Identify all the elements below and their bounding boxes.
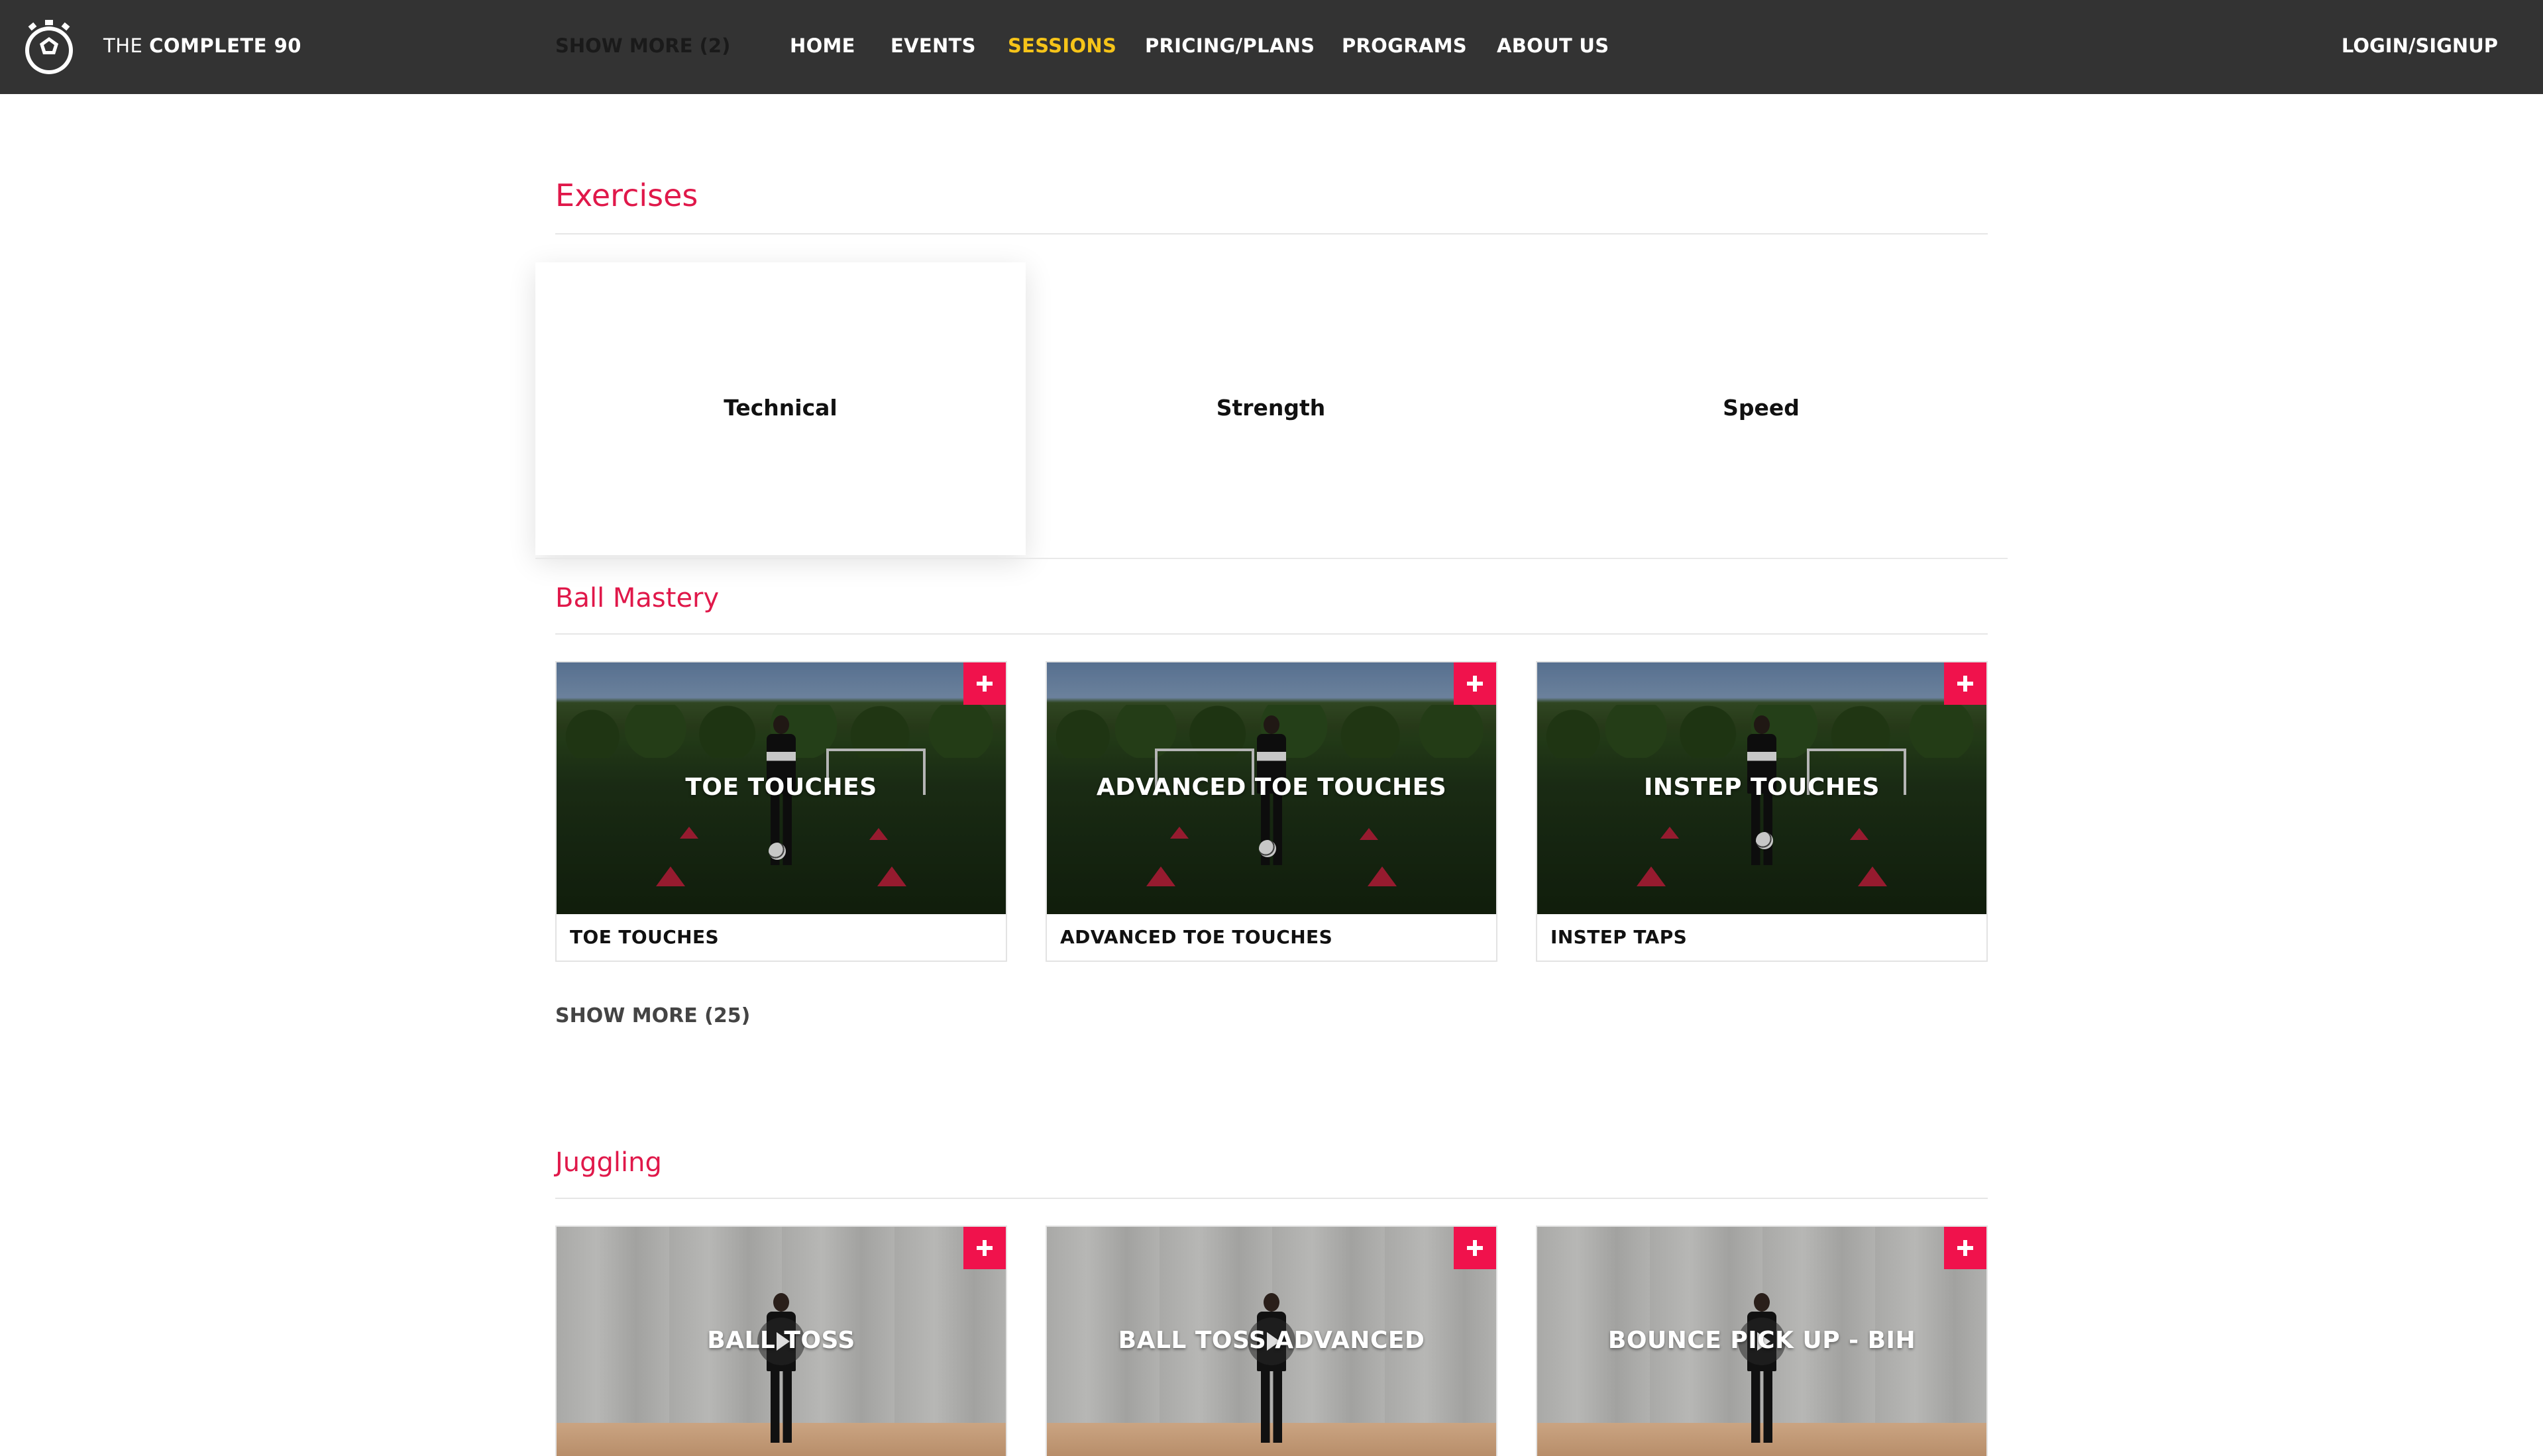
player-figure: [1743, 1293, 1780, 1445]
brand-prefix: THE: [103, 34, 143, 57]
exercise-card-instep-taps[interactable]: INSTEP TOUCHES INSTEP TAPS: [1536, 661, 1988, 962]
add-exercise-button[interactable]: [963, 662, 1006, 705]
ball-mastery-divider: [555, 633, 1988, 635]
thumbnail-title: BALL TOSS: [707, 1327, 855, 1354]
player-figure: [763, 1293, 800, 1445]
exercise-card-caption[interactable]: TOE TOUCHES: [557, 914, 1006, 961]
ball-mastery-title: Ball Mastery: [555, 583, 720, 613]
add-exercise-button[interactable]: [963, 1227, 1006, 1269]
player-legs: [1751, 1371, 1772, 1443]
exercise-card-caption[interactable]: INSTEP TAPS: [1537, 914, 1986, 961]
nav-programs[interactable]: PROGRAMS: [1342, 34, 1467, 57]
nav-sessions[interactable]: SESSIONS: [1008, 34, 1116, 57]
login-signup-link[interactable]: LOGIN/SIGNUP: [2342, 34, 2498, 57]
add-exercise-button[interactable]: [1454, 662, 1496, 705]
thumbnail-title: BOUNCE PICK UP - BIH: [1607, 1327, 1916, 1354]
soccer-ball-stopwatch-icon[interactable]: [17, 17, 81, 77]
add-exercise-button[interactable]: [1944, 1227, 1986, 1269]
exercise-video-thumbnail[interactable]: INSTEP TOUCHES: [1537, 662, 1986, 914]
thumbnail-title: INSTEP TOUCHES: [1644, 774, 1880, 801]
category-tab-speed[interactable]: Speed: [1516, 395, 2006, 421]
exercises-divider: [555, 233, 1988, 234]
player-head: [773, 1293, 789, 1312]
nav-show-more-link[interactable]: SHOW MORE (2): [555, 34, 730, 57]
brand-title: COMPLETE 90: [149, 34, 301, 57]
exercises-title: Exercises: [555, 178, 698, 213]
thumbnail-title: TOE TOUCHES: [685, 774, 877, 801]
player-legs: [1261, 1371, 1282, 1443]
thumbnail-title: BALL TOSS ADVANCED: [1118, 1327, 1425, 1354]
exercise-card-toe-touches[interactable]: TOE TOUCHES TOE TOUCHES: [555, 661, 1007, 962]
juggling-divider: [555, 1198, 1988, 1199]
category-tab-strength[interactable]: Strength: [1026, 395, 1516, 421]
add-exercise-button[interactable]: [1944, 662, 1986, 705]
nav-events[interactable]: EVENTS: [891, 34, 976, 57]
juggling-title: Juggling: [555, 1147, 662, 1178]
exercise-card-ball-toss[interactable]: BALL TOSS: [555, 1225, 1007, 1456]
player-figure: [1253, 1293, 1290, 1445]
player-head: [1264, 1293, 1279, 1312]
player-head: [1754, 1293, 1770, 1312]
exercise-video-thumbnail[interactable]: TOE TOUCHES: [557, 662, 1006, 914]
add-exercise-button[interactable]: [1454, 1227, 1496, 1269]
exercise-card-caption[interactable]: ADVANCED TOE TOUCHES: [1047, 914, 1496, 961]
category-divider: [535, 558, 2008, 559]
exercise-card-advanced-toe-touches[interactable]: ADVANCED TOE TOUCHES ADVANCED TOE TOUCHE…: [1046, 661, 1497, 962]
player-legs: [771, 1371, 792, 1443]
ball-mastery-show-more-link[interactable]: SHOW MORE (25): [555, 1004, 750, 1027]
exercise-card-ball-toss-advanced[interactable]: BALL TOSS ADVANCED: [1046, 1225, 1497, 1456]
top-navigation-bar: THE COMPLETE 90 SHOW MORE (2) HOME EVENT…: [0, 0, 2543, 94]
exercise-video-thumbnail[interactable]: BALL TOSS ADVANCED: [1047, 1227, 1496, 1456]
brand-name[interactable]: THE COMPLETE 90: [103, 34, 301, 57]
exercise-card-bounce-pick-up-bih[interactable]: BOUNCE PICK UP - BIH: [1536, 1225, 1988, 1456]
thumbnail-title: ADVANCED TOE TOUCHES: [1096, 774, 1447, 801]
exercise-video-thumbnail[interactable]: ADVANCED TOE TOUCHES: [1047, 662, 1496, 914]
exercise-video-thumbnail[interactable]: BALL TOSS: [557, 1227, 1006, 1456]
exercise-video-thumbnail[interactable]: BOUNCE PICK UP - BIH: [1537, 1227, 1986, 1456]
category-tab-technical[interactable]: Technical: [535, 395, 1026, 421]
nav-pricing-plans[interactable]: PRICING/PLANS: [1145, 34, 1315, 57]
nav-about-us[interactable]: ABOUT US: [1497, 34, 1609, 57]
nav-home[interactable]: HOME: [790, 34, 855, 57]
